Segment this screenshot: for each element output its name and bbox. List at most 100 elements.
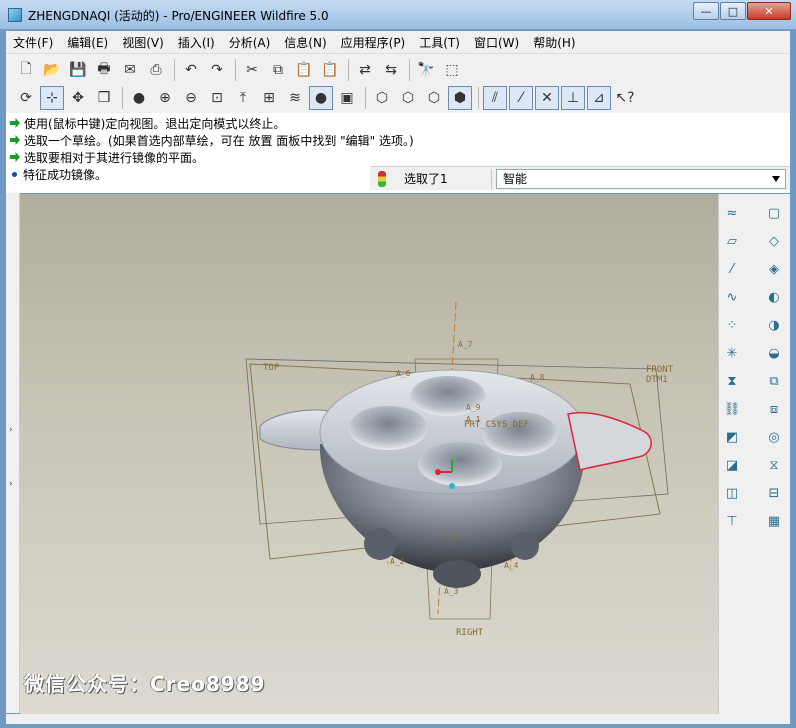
mirror-icon[interactable]: ⧈ [763, 398, 785, 420]
draft-icon[interactable]: ⊤ [721, 510, 743, 532]
blend-icon[interactable]: ◒ [763, 342, 785, 364]
menu-item[interactable]: 信息(N) [277, 34, 333, 51]
chevron-right-icon[interactable]: › [9, 425, 13, 435]
view-manager-icon[interactable]: ❒ [92, 86, 116, 110]
context-help-icon[interactable]: ↖? [613, 86, 637, 110]
no-hidden-icon[interactable]: ⬡ [422, 86, 446, 110]
menu-bar: 文件(F) 编辑(E) 视图(V) 插入(I) 分析(A) 信息(N) 应用程序(P) 工具(… [6, 31, 790, 53]
minimize-button[interactable]: — [693, 2, 719, 20]
message-text: 特征成功镜像。 [23, 167, 108, 182]
graphics-viewport[interactable]: TOP FRONT DTM1 RIGHT PRT_CSYS_DEF A_7 A_… [20, 194, 718, 714]
menu-item[interactable]: 应用程序(P) [334, 34, 413, 51]
message-text: 选取一个草绘。(如果首选内部草绘，可在 放置 面板中找到 "编辑" 选项。) [24, 133, 414, 148]
reorient-icon[interactable]: ⤒ [231, 86, 255, 110]
selection-box-icon[interactable]: ⬚ [440, 58, 464, 82]
cavity[interactable] [348, 406, 428, 450]
green-arrow-icon [10, 152, 20, 162]
traffic-light-icon[interactable] [370, 168, 394, 190]
extrude-icon[interactable]: ◈ [763, 258, 785, 280]
label-axis: A_4 [504, 561, 519, 570]
redo-icon[interactable]: ↷ [205, 58, 229, 82]
maximize-button[interactable]: □ [720, 2, 746, 20]
layers-icon[interactable]: ≋ [283, 86, 307, 110]
edge-round-icon[interactable]: ◩ [721, 426, 743, 448]
table-icon[interactable]: ▦ [763, 510, 785, 532]
zoom-out-icon[interactable]: ⊖ [179, 86, 203, 110]
cut-icon[interactable]: ✂ [240, 58, 264, 82]
menu-item[interactable]: 视图(V) [115, 34, 171, 51]
new-file-icon[interactable]: 🗋 [14, 58, 38, 82]
wireframe-icon[interactable]: ⬡ [370, 86, 394, 110]
chain-icon[interactable]: ⛓ [721, 398, 743, 420]
fit-view-icon[interactable]: ⊡ [205, 86, 229, 110]
toolbar-separator [235, 59, 236, 81]
appearance-ball-icon[interactable]: ● [127, 86, 151, 110]
pattern-icon[interactable]: ⧉ [763, 370, 785, 392]
undo-icon[interactable]: ↶ [179, 58, 203, 82]
cavity[interactable] [418, 442, 502, 486]
offset-icon[interactable]: ⊟ [763, 482, 785, 504]
paste-icon[interactable]: 📋 [292, 58, 316, 82]
chamfer-icon[interactable]: ◪ [721, 454, 743, 476]
close-button[interactable]: ✕ [747, 2, 791, 20]
menu-item[interactable]: 帮助(H) [526, 34, 582, 51]
print-icon[interactable]: 🖶 [92, 58, 116, 82]
zoom-in-icon[interactable]: ⊕ [153, 86, 177, 110]
hidden-line-icon[interactable]: ⬡ [396, 86, 420, 110]
selection-filter-dropdown[interactable]: 智能 [496, 168, 786, 189]
save-icon[interactable]: 💾 [66, 58, 90, 82]
annotation-icon[interactable]: ⊿ [587, 86, 611, 110]
saved-views-icon[interactable]: ⊞ [257, 86, 281, 110]
menu-item[interactable]: 插入(I) [171, 34, 222, 51]
datum-axes-icon[interactable]: ⁄ [509, 86, 533, 110]
find-icon[interactable]: 🔭 [414, 58, 438, 82]
selection-status[interactable]: 选取了1 [398, 168, 492, 189]
sweep-icon[interactable]: ◑ [763, 314, 785, 336]
csys-tool-icon[interactable]: ✳ [721, 342, 743, 364]
model-view[interactable]: TOP FRONT DTM1 RIGHT PRT_CSYS_DEF A_7 A_… [20, 194, 718, 714]
menu-item[interactable]: 窗口(W) [467, 34, 526, 51]
menu-item[interactable]: 文件(F) [6, 34, 60, 51]
orient-mode-icon[interactable]: ✥ [66, 86, 90, 110]
sketch-datum-curve-icon[interactable]: ≈ [721, 202, 743, 224]
trim-icon[interactable]: ⧖ [763, 454, 785, 476]
datum-axis-icon[interactable]: ⁄ [721, 258, 743, 280]
copy-icon[interactable]: ⧉ [266, 58, 290, 82]
label-axis: A_2 [390, 557, 405, 566]
shell-icon[interactable]: ▢ [763, 202, 785, 224]
foot[interactable] [511, 532, 539, 560]
menu-item[interactable]: 工具(T) [412, 34, 467, 51]
foot[interactable] [433, 560, 481, 588]
paste-special-icon[interactable]: 📋 [318, 58, 342, 82]
spin-center-icon[interactable]: ⊹ [40, 86, 64, 110]
datum-curve-icon[interactable]: ∿ [721, 286, 743, 308]
cavity[interactable] [482, 412, 558, 456]
datum-planes-icon[interactable]: ⫽ [483, 86, 507, 110]
revolve-icon[interactable]: ◐ [763, 286, 785, 308]
chevron-right-icon[interactable]: › [9, 479, 13, 489]
datum-points-icon[interactable]: ✕ [535, 86, 559, 110]
datum-point-icon[interactable]: ⁘ [721, 314, 743, 336]
mail-attach-icon[interactable]: ⎙ [144, 58, 168, 82]
merge-icon[interactable]: ◎ [763, 426, 785, 448]
display-style-icon[interactable]: ● [309, 86, 333, 110]
menu-item[interactable]: 分析(A) [222, 34, 278, 51]
shading-icon[interactable]: ⬢ [448, 86, 472, 110]
regenerate-icon[interactable]: ⇄ [353, 58, 377, 82]
navigator-sash[interactable]: › › [6, 193, 20, 713]
repaint-icon[interactable]: ⟳ [14, 86, 38, 110]
label-axis: A_7 [458, 340, 473, 349]
foot[interactable] [364, 528, 396, 560]
menu-item[interactable]: 编辑(E) [60, 34, 115, 51]
datum-plane-icon[interactable]: ▱ [721, 230, 743, 252]
message-text: 使用(鼠标中键)定向视图。退出定向模式以终止。 [24, 116, 286, 131]
regen-manager-icon[interactable]: ⇆ [379, 58, 403, 82]
send-mail-icon[interactable]: ✉ [118, 58, 142, 82]
open-folder-icon[interactable]: 📂 [40, 58, 64, 82]
csys-icon[interactable]: ⊥ [561, 86, 585, 110]
rib-icon[interactable]: ◫ [721, 482, 743, 504]
hole-icon[interactable]: ◇ [763, 230, 785, 252]
toolbar-separator [122, 87, 123, 109]
analysis-tool-icon[interactable]: ⧗ [721, 370, 743, 392]
screenshot-icon[interactable]: ▣ [335, 86, 359, 110]
